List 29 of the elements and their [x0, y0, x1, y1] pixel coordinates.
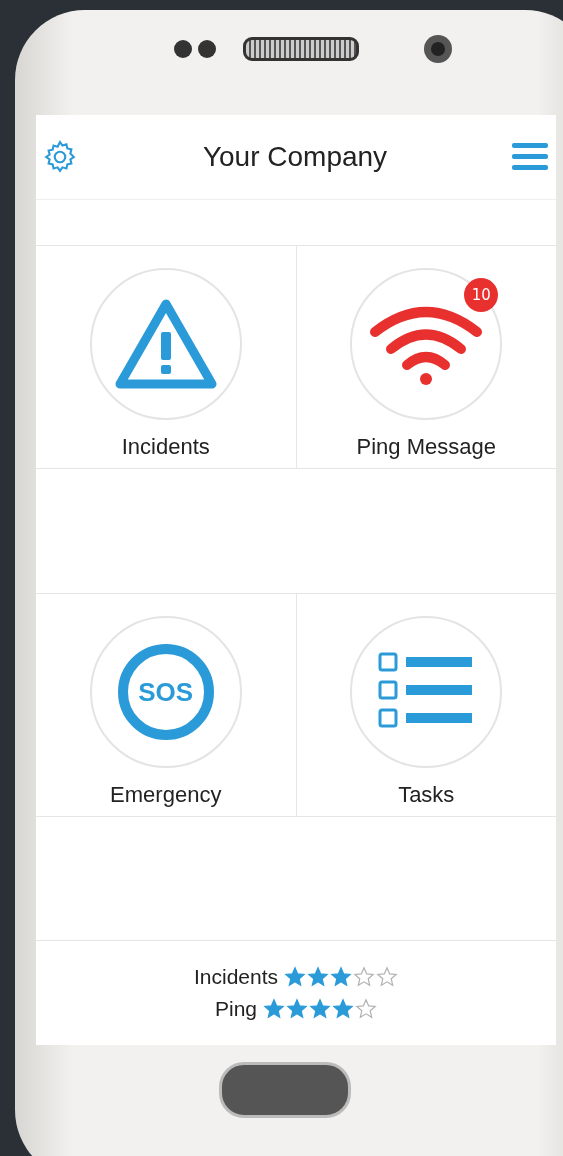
sos-icon: SOS	[117, 644, 214, 740]
tile-label: Ping Message	[356, 434, 496, 460]
feature-tile[interactable]: Incidents	[36, 246, 297, 468]
settings-icon[interactable]	[42, 139, 78, 175]
star-icon	[376, 966, 399, 988]
feature-tile[interactable]: Tasks	[296, 594, 556, 816]
home-button[interactable]	[219, 1062, 351, 1118]
star-icon	[332, 998, 354, 1020]
camera-icon	[423, 33, 453, 64]
rating-label: Incidents	[193, 965, 279, 989]
app-title: Your Company	[202, 141, 388, 173]
tile-label: Emergency	[110, 782, 222, 808]
sensor-icon	[173, 38, 219, 59]
star-icon	[286, 998, 308, 1020]
feature-tile[interactable]: SOS Emergency	[36, 594, 297, 816]
star-icon	[355, 998, 377, 1020]
feature-tile[interactable]: 10 Ping Message	[296, 246, 556, 468]
star-icon	[263, 998, 285, 1020]
rating-label: Ping	[215, 997, 257, 1021]
warning-icon	[113, 298, 218, 390]
star-icon	[307, 966, 330, 988]
tile-label: Tasks	[398, 782, 455, 808]
star-icon	[284, 966, 307, 988]
star-icon	[330, 966, 353, 988]
star-icon	[309, 998, 331, 1020]
tile-label: Incidents	[121, 434, 210, 460]
menu-icon[interactable]	[512, 141, 548, 173]
notification-badge: 10	[464, 278, 499, 312]
star-icon	[353, 966, 376, 988]
